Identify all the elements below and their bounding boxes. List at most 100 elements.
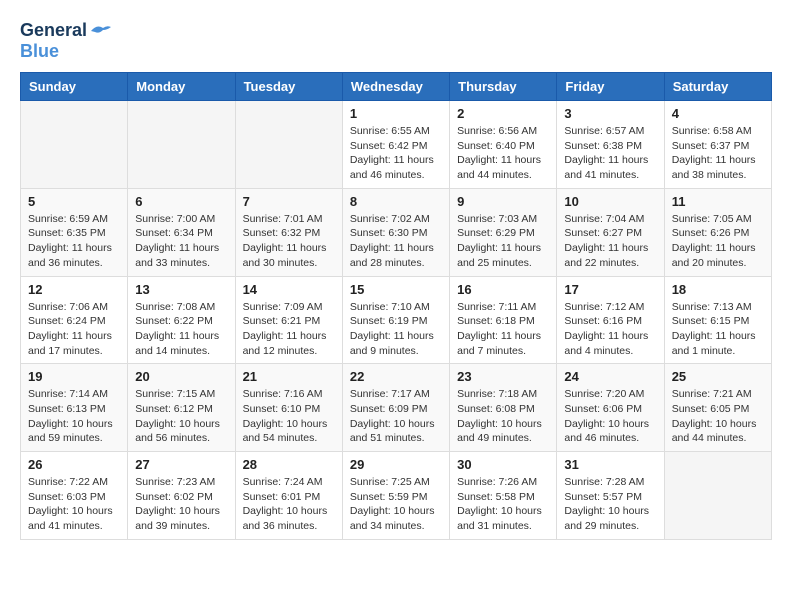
day-info: Sunrise: 7:04 AM Sunset: 6:27 PM Dayligh… bbox=[564, 212, 656, 271]
calendar-table: SundayMondayTuesdayWednesdayThursdayFrid… bbox=[20, 72, 772, 540]
day-info: Sunrise: 7:21 AM Sunset: 6:05 PM Dayligh… bbox=[672, 387, 764, 446]
day-info: Sunrise: 7:10 AM Sunset: 6:19 PM Dayligh… bbox=[350, 300, 442, 359]
calendar-week-row: 5Sunrise: 6:59 AM Sunset: 6:35 PM Daylig… bbox=[21, 188, 772, 276]
day-number: 15 bbox=[350, 282, 442, 297]
calendar-week-row: 26 Sunrise: 7:22 AM Sunset: 6:03 PM Dayli… bbox=[21, 452, 772, 540]
day-number: 25 bbox=[672, 369, 764, 384]
calendar-cell: 6 Sunrise: 7:00 AM Sunset: 6:34 PM Daylig… bbox=[128, 188, 235, 276]
calendar-cell: 16 Sunrise: 7:11 AM Sunset: 6:18 PM Dayli… bbox=[450, 276, 557, 364]
weekday-header: Wednesday bbox=[342, 73, 449, 101]
calendar-cell: 14 Sunrise: 7:09 AM Sunset: 6:21 PM Dayli… bbox=[235, 276, 342, 364]
calendar-week-row: 1 Sunrise: 6:55 AM Sunset: 6:42 PM Daylig… bbox=[21, 101, 772, 189]
day-info: Sunrise: 7:02 AM Sunset: 6:30 PM Dayligh… bbox=[350, 212, 442, 271]
calendar-cell: 30 Sunrise: 7:26 AM Sunset: 5:58 PM Dayli… bbox=[450, 452, 557, 540]
calendar-cell: 28 Sunrise: 7:24 AM Sunset: 6:01 PM Dayli… bbox=[235, 452, 342, 540]
day-info: Sunrise: 7:05 AM Sunset: 6:26 PM Dayligh… bbox=[672, 212, 764, 271]
day-info: Sunrise: 7:14 AM Sunset: 6:13 PM Dayligh… bbox=[28, 387, 120, 446]
weekday-header: Tuesday bbox=[235, 73, 342, 101]
day-number: 3 bbox=[564, 106, 656, 121]
calendar-cell: 1 Sunrise: 6:55 AM Sunset: 6:42 PM Daylig… bbox=[342, 101, 449, 189]
calendar-week-row: 19 Sunrise: 7:14 AM Sunset: 6:13 PM Dayli… bbox=[21, 364, 772, 452]
calendar-cell: 20 Sunrise: 7:15 AM Sunset: 6:12 PM Dayli… bbox=[128, 364, 235, 452]
day-number: 16 bbox=[457, 282, 549, 297]
weekday-header: Sunday bbox=[21, 73, 128, 101]
calendar-cell: 17 Sunrise: 7:12 AM Sunset: 6:16 PM Dayli… bbox=[557, 276, 664, 364]
day-info: Sunrise: 6:59 AM Sunset: 6:35 PM Dayligh… bbox=[28, 212, 120, 271]
day-info: Sunrise: 7:17 AM Sunset: 6:09 PM Dayligh… bbox=[350, 387, 442, 446]
day-number: 20 bbox=[135, 369, 227, 384]
day-number: 14 bbox=[243, 282, 335, 297]
calendar-cell: 31Sunrise: 7:28 AM Sunset: 5:57 PM Dayli… bbox=[557, 452, 664, 540]
calendar-cell: 3 Sunrise: 6:57 AM Sunset: 6:38 PM Daylig… bbox=[557, 101, 664, 189]
weekday-header: Saturday bbox=[664, 73, 771, 101]
day-number: 1 bbox=[350, 106, 442, 121]
day-info: Sunrise: 7:22 AM Sunset: 6:03 PM Dayligh… bbox=[28, 475, 120, 534]
day-info: Sunrise: 7:01 AM Sunset: 6:32 PM Dayligh… bbox=[243, 212, 335, 271]
day-info: Sunrise: 7:11 AM Sunset: 6:18 PM Dayligh… bbox=[457, 300, 549, 359]
day-info: Sunrise: 7:24 AM Sunset: 6:01 PM Dayligh… bbox=[243, 475, 335, 534]
day-info: Sunrise: 7:15 AM Sunset: 6:12 PM Dayligh… bbox=[135, 387, 227, 446]
day-number: 28 bbox=[243, 457, 335, 472]
day-number: 9 bbox=[457, 194, 549, 209]
day-number: 22 bbox=[350, 369, 442, 384]
calendar-cell: 9 Sunrise: 7:03 AM Sunset: 6:29 PM Daylig… bbox=[450, 188, 557, 276]
day-number: 26 bbox=[28, 457, 120, 472]
day-info: Sunrise: 7:06 AM Sunset: 6:24 PM Dayligh… bbox=[28, 300, 120, 359]
logo-text-general: General bbox=[20, 20, 87, 41]
day-info: Sunrise: 6:57 AM Sunset: 6:38 PM Dayligh… bbox=[564, 124, 656, 183]
logo: General Blue bbox=[20, 20, 111, 62]
calendar-cell bbox=[128, 101, 235, 189]
calendar-cell: 19 Sunrise: 7:14 AM Sunset: 6:13 PM Dayli… bbox=[21, 364, 128, 452]
day-number: 6 bbox=[135, 194, 227, 209]
weekday-header: Thursday bbox=[450, 73, 557, 101]
calendar-cell bbox=[21, 101, 128, 189]
day-info: Sunrise: 7:25 AM Sunset: 5:59 PM Dayligh… bbox=[350, 475, 442, 534]
day-info: Sunrise: 7:00 AM Sunset: 6:34 PM Dayligh… bbox=[135, 212, 227, 271]
day-info: Sunrise: 6:56 AM Sunset: 6:40 PM Dayligh… bbox=[457, 124, 549, 183]
calendar-cell: 7 Sunrise: 7:01 AM Sunset: 6:32 PM Daylig… bbox=[235, 188, 342, 276]
day-number: 7 bbox=[243, 194, 335, 209]
calendar-cell: 18Sunrise: 7:13 AM Sunset: 6:15 PM Dayli… bbox=[664, 276, 771, 364]
logo-bird-icon bbox=[89, 22, 111, 40]
calendar-cell: 23Sunrise: 7:18 AM Sunset: 6:08 PM Dayli… bbox=[450, 364, 557, 452]
day-info: Sunrise: 7:26 AM Sunset: 5:58 PM Dayligh… bbox=[457, 475, 549, 534]
calendar-cell: 22 Sunrise: 7:17 AM Sunset: 6:09 PM Dayli… bbox=[342, 364, 449, 452]
page-header: General Blue bbox=[20, 20, 772, 62]
day-number: 10 bbox=[564, 194, 656, 209]
day-number: 2 bbox=[457, 106, 549, 121]
day-info: Sunrise: 7:08 AM Sunset: 6:22 PM Dayligh… bbox=[135, 300, 227, 359]
calendar-cell: 4Sunrise: 6:58 AM Sunset: 6:37 PM Daylig… bbox=[664, 101, 771, 189]
calendar-cell: 24Sunrise: 7:20 AM Sunset: 6:06 PM Dayli… bbox=[557, 364, 664, 452]
calendar-cell: 13 Sunrise: 7:08 AM Sunset: 6:22 PM Dayli… bbox=[128, 276, 235, 364]
day-info: Sunrise: 7:16 AM Sunset: 6:10 PM Dayligh… bbox=[243, 387, 335, 446]
calendar-cell: 10 Sunrise: 7:04 AM Sunset: 6:27 PM Dayli… bbox=[557, 188, 664, 276]
calendar-cell: 12 Sunrise: 7:06 AM Sunset: 6:24 PM Dayli… bbox=[21, 276, 128, 364]
day-number: 19 bbox=[28, 369, 120, 384]
day-number: 12 bbox=[28, 282, 120, 297]
day-info: Sunrise: 6:55 AM Sunset: 6:42 PM Dayligh… bbox=[350, 124, 442, 183]
calendar-week-row: 12 Sunrise: 7:06 AM Sunset: 6:24 PM Dayli… bbox=[21, 276, 772, 364]
calendar-cell: 26 Sunrise: 7:22 AM Sunset: 6:03 PM Dayli… bbox=[21, 452, 128, 540]
calendar-cell: 25 Sunrise: 7:21 AM Sunset: 6:05 PM Dayli… bbox=[664, 364, 771, 452]
header-row: SundayMondayTuesdayWednesdayThursdayFrid… bbox=[21, 73, 772, 101]
day-number: 18 bbox=[672, 282, 764, 297]
weekday-header: Monday bbox=[128, 73, 235, 101]
calendar-cell bbox=[664, 452, 771, 540]
day-number: 17 bbox=[564, 282, 656, 297]
day-info: Sunrise: 7:28 AM Sunset: 5:57 PM Dayligh… bbox=[564, 475, 656, 534]
weekday-header: Friday bbox=[557, 73, 664, 101]
calendar-cell: 8Sunrise: 7:02 AM Sunset: 6:30 PM Daylig… bbox=[342, 188, 449, 276]
day-info: Sunrise: 7:12 AM Sunset: 6:16 PM Dayligh… bbox=[564, 300, 656, 359]
day-info: Sunrise: 7:09 AM Sunset: 6:21 PM Dayligh… bbox=[243, 300, 335, 359]
day-number: 13 bbox=[135, 282, 227, 297]
calendar-cell: 11 Sunrise: 7:05 AM Sunset: 6:26 PM Dayli… bbox=[664, 188, 771, 276]
day-number: 11 bbox=[672, 194, 764, 209]
day-info: Sunrise: 7:18 AM Sunset: 6:08 PM Dayligh… bbox=[457, 387, 549, 446]
day-number: 30 bbox=[457, 457, 549, 472]
day-info: Sunrise: 7:23 AM Sunset: 6:02 PM Dayligh… bbox=[135, 475, 227, 534]
day-info: Sunrise: 7:03 AM Sunset: 6:29 PM Dayligh… bbox=[457, 212, 549, 271]
calendar-cell: 2 Sunrise: 6:56 AM Sunset: 6:40 PM Daylig… bbox=[450, 101, 557, 189]
calendar-cell: 29Sunrise: 7:25 AM Sunset: 5:59 PM Dayli… bbox=[342, 452, 449, 540]
calendar-cell: 27Sunrise: 7:23 AM Sunset: 6:02 PM Dayli… bbox=[128, 452, 235, 540]
logo-text-blue: Blue bbox=[20, 41, 59, 62]
